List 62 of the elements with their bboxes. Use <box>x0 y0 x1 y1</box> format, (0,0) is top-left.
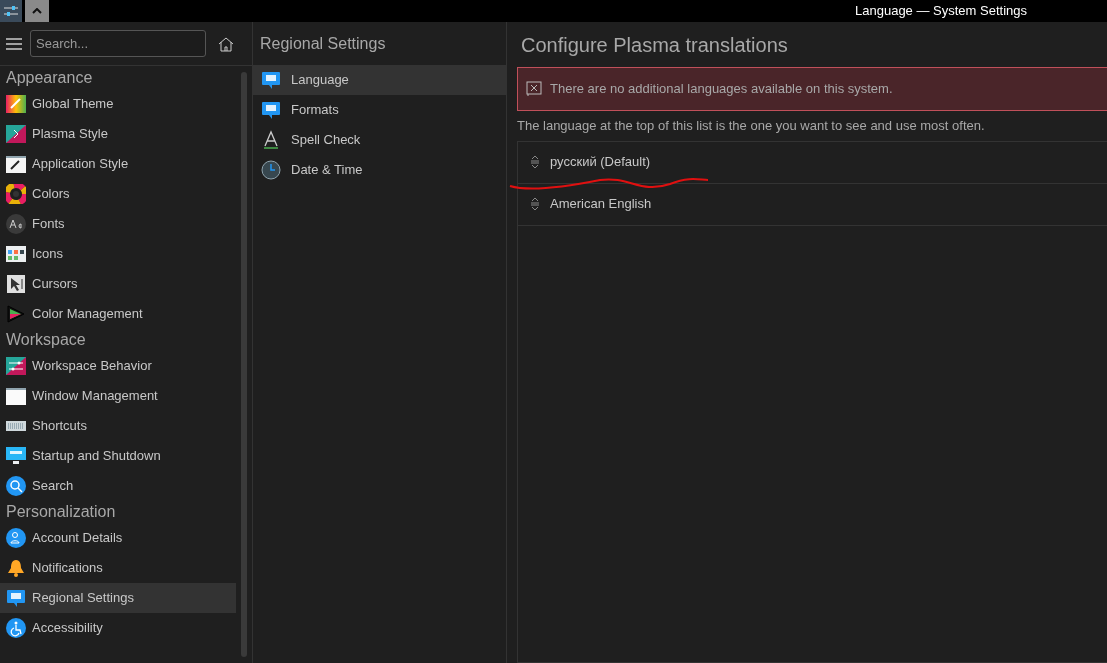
sliders-icon <box>6 356 26 376</box>
sidebar-item[interactable]: Regional Settings <box>0 583 236 613</box>
user-icon <box>6 528 26 548</box>
sidebar-item[interactable]: Fonts <box>0 209 236 239</box>
sidebar-item[interactable]: Plasma Style <box>0 119 236 149</box>
theme-icon <box>6 94 26 114</box>
clock-icon <box>261 160 281 180</box>
search-icon <box>6 476 26 496</box>
icon-grid-icon <box>6 244 26 264</box>
scrollbar[interactable] <box>241 72 247 657</box>
section-heading: Personalization <box>5 502 117 522</box>
window-title: Language — System Settings <box>855 2 1027 21</box>
sidebar-item[interactable]: Color Management <box>0 299 236 329</box>
brush-window-icon <box>6 154 26 174</box>
search-field[interactable]: Search... <box>30 30 206 57</box>
language-row[interactable]: русский (Default) <box>518 141 1107 184</box>
letter-a-icon <box>261 130 281 150</box>
sidebar-item[interactable]: Accessibility <box>0 613 236 643</box>
error-icon <box>526 81 542 97</box>
subpanel-item[interactable]: Formats <box>253 95 506 125</box>
section-heading: Appearance <box>5 68 94 88</box>
error-message: There are no additional languages available on this system. <box>550 80 893 99</box>
bell-icon <box>6 558 26 578</box>
color-wheel-icon <box>6 184 26 204</box>
window-icon <box>6 386 26 406</box>
menu-icon[interactable] <box>6 36 22 51</box>
sidebar-item[interactable]: Shortcuts <box>0 411 236 441</box>
plasma-style-icon <box>6 124 26 144</box>
speech-bubble-icon <box>261 100 281 120</box>
cursor-icon <box>6 274 26 294</box>
speech-bubble-icon <box>261 70 281 90</box>
sidebar-item[interactable]: Notifications <box>0 553 236 583</box>
sidebar-item[interactable]: Cursors <box>0 269 236 299</box>
sidebar-item[interactable]: Search <box>0 471 236 501</box>
sidebar-item[interactable]: Account Details <box>0 523 236 553</box>
sidebar-item[interactable]: Global Theme <box>0 89 236 119</box>
subpanel-item[interactable]: Spell Check <box>253 125 506 155</box>
sidebar-item[interactable]: Application Style <box>0 149 236 179</box>
subpanel-item[interactable]: Language <box>253 65 506 95</box>
sliders-icon <box>3 5 19 17</box>
font-icon <box>6 214 26 234</box>
subpanel-item[interactable]: Date & Time <box>253 155 506 185</box>
drag-handle-icon[interactable] <box>530 197 540 211</box>
language-row[interactable]: American English <box>518 183 1107 226</box>
speech-bubble-icon <box>6 588 26 608</box>
keep-above-button[interactable] <box>25 0 49 22</box>
panel-title: Regional Settings <box>259 33 387 54</box>
home-icon[interactable] <box>218 35 234 52</box>
caret-up-icon <box>32 8 42 14</box>
sidebar-item[interactable]: Workspace Behavior <box>0 351 236 381</box>
sidebar-item[interactable]: Colors <box>0 179 236 209</box>
color-gamut-icon <box>6 304 26 324</box>
sidebar-item[interactable]: Icons <box>0 239 236 269</box>
monitor-icon <box>6 446 26 466</box>
app-menu-button[interactable] <box>0 0 22 22</box>
sidebar-item[interactable]: Window Management <box>0 381 236 411</box>
page-title: Configure Plasma translations <box>520 32 789 58</box>
accessibility-icon <box>6 618 26 638</box>
section-heading: Workspace <box>5 330 87 350</box>
drag-handle-icon[interactable] <box>530 155 540 169</box>
hint-text: The language at the top of this list is the one you want to see and use most often. <box>517 117 986 135</box>
sidebar-item[interactable]: Startup and Shutdown <box>0 441 236 471</box>
